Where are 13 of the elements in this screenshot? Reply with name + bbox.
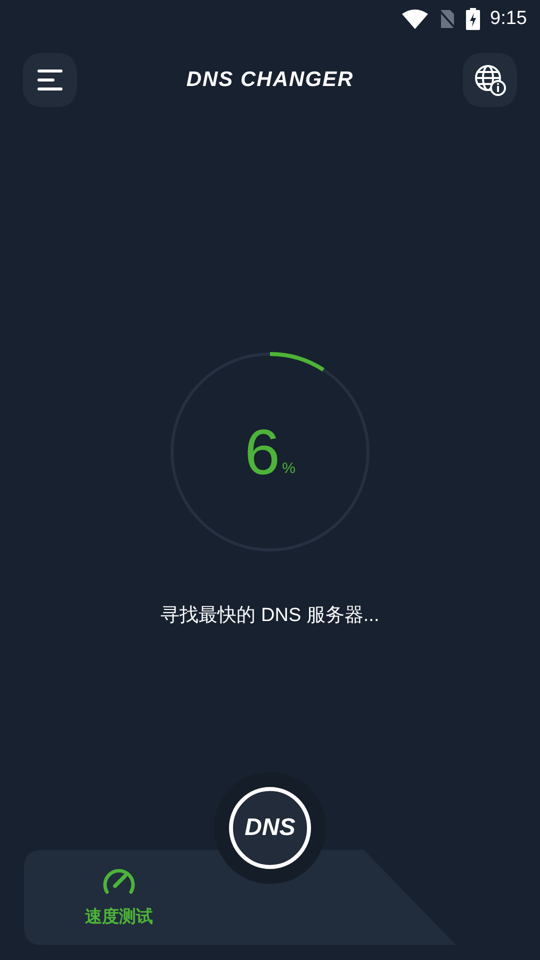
menu-button[interactable] bbox=[23, 53, 77, 107]
no-sim-icon bbox=[438, 9, 456, 29]
dns-connect-button[interactable]: DNS bbox=[229, 787, 311, 869]
menu-icon bbox=[37, 69, 63, 91]
progress-value: 6 bbox=[244, 420, 280, 484]
status-time: 9:15 bbox=[490, 6, 527, 31]
status-message: 寻找最快的 DNS 服务器... bbox=[160, 604, 380, 628]
app-title: DNS CHANGER bbox=[186, 67, 354, 94]
wifi-icon bbox=[402, 9, 428, 29]
globe-info-icon bbox=[474, 64, 506, 96]
battery-charging-icon bbox=[466, 8, 480, 30]
percent-sign: % bbox=[282, 458, 296, 478]
dns-info-button[interactable] bbox=[463, 53, 517, 107]
